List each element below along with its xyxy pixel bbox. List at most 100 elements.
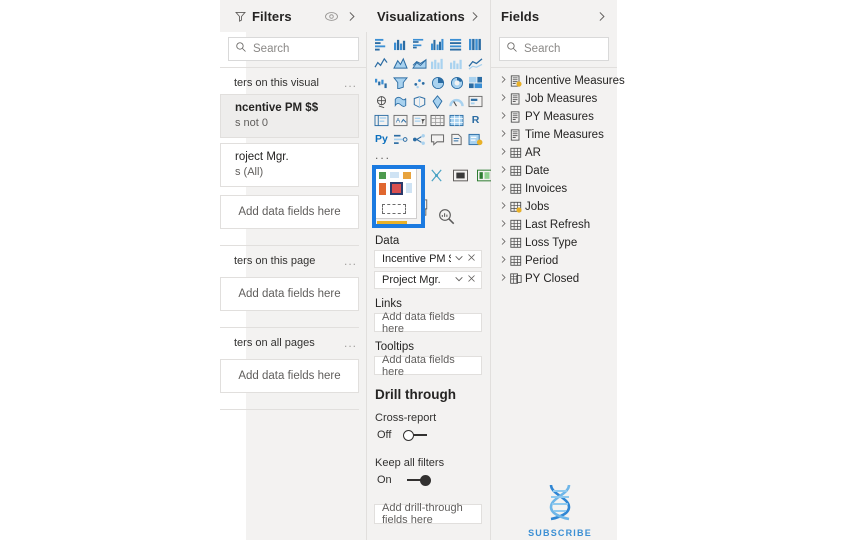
treemap-icon[interactable] bbox=[466, 74, 485, 91]
field-row-jobs[interactable]: Jobs bbox=[491, 198, 617, 216]
chevron-right-icon[interactable] bbox=[499, 93, 510, 105]
field-row-py-closed[interactable]: PY Closed bbox=[491, 270, 617, 288]
fields-pane-icon[interactable] bbox=[375, 167, 417, 219]
filters-all-pages-dropzone[interactable]: Add data fields here bbox=[220, 359, 359, 393]
filters-expand-chevron-icon[interactable] bbox=[341, 6, 361, 26]
chevron-right-icon[interactable] bbox=[499, 273, 510, 285]
chevron-right-icon[interactable] bbox=[499, 255, 510, 267]
matrix-icon[interactable] bbox=[447, 112, 466, 129]
field-row-loss-type[interactable]: Loss Type bbox=[491, 234, 617, 252]
field-row-period[interactable]: Period bbox=[491, 252, 617, 270]
keep-all-filters-toggle[interactable] bbox=[403, 474, 431, 486]
fields-expand-chevron-icon[interactable] bbox=[591, 6, 611, 26]
filters-section-visual-menu[interactable]: ... bbox=[344, 76, 357, 90]
field-row-time-measures[interactable]: Time Measures bbox=[491, 126, 617, 144]
visual-gallery-more-icon[interactable]: ... bbox=[367, 148, 490, 162]
decomposition-tree-icon[interactable] bbox=[410, 131, 429, 148]
data-well-project-mgr[interactable]: Project Mgr. bbox=[374, 271, 482, 289]
chevron-down-icon[interactable] bbox=[454, 253, 464, 266]
table-icon[interactable] bbox=[429, 112, 448, 129]
donut-chart-icon[interactable] bbox=[447, 74, 466, 91]
keep-all-filters-toggle-row[interactable]: On bbox=[367, 471, 490, 488]
100-stacked-column-chart-icon[interactable] bbox=[466, 36, 485, 53]
field-row-py-measures[interactable]: PY Measures bbox=[491, 108, 617, 126]
gauge-icon[interactable] bbox=[447, 93, 466, 110]
stacked-column-chart-icon[interactable] bbox=[391, 36, 410, 53]
chevron-down-icon[interactable] bbox=[454, 274, 464, 287]
filled-map-icon[interactable] bbox=[391, 93, 410, 110]
field-row-label: AR bbox=[525, 147, 541, 159]
expand-mode-icon[interactable] bbox=[453, 169, 468, 187]
clustered-column-chart-icon[interactable] bbox=[429, 36, 448, 53]
cross-report-toggle[interactable] bbox=[403, 429, 431, 441]
drill-mode-icon[interactable] bbox=[429, 168, 444, 188]
line-clustered-column-chart-icon[interactable] bbox=[447, 55, 466, 72]
visualizations-expand-chevron-icon[interactable] bbox=[465, 6, 485, 26]
field-row-date[interactable]: Date bbox=[491, 162, 617, 180]
r-script-visual-icon[interactable]: R bbox=[466, 112, 485, 129]
filters-page-dropzone[interactable]: Add data fields here bbox=[220, 277, 359, 311]
qna-icon[interactable] bbox=[429, 131, 448, 148]
drill-through-dropzone[interactable]: Add drill-through fields here bbox=[374, 502, 482, 526]
map-icon[interactable] bbox=[372, 93, 391, 110]
chevron-right-icon[interactable] bbox=[499, 111, 510, 123]
field-row-job-measures[interactable]: Job Measures bbox=[491, 90, 617, 108]
pie-chart-icon[interactable] bbox=[429, 74, 448, 91]
card-icon[interactable] bbox=[466, 93, 485, 110]
chevron-right-icon[interactable] bbox=[499, 201, 510, 213]
filters-visual-dropzone[interactable]: Add data fields here bbox=[220, 195, 359, 229]
scatter-chart-icon[interactable] bbox=[410, 74, 429, 91]
chevron-right-icon[interactable] bbox=[499, 129, 510, 141]
stacked-area-chart-icon[interactable] bbox=[410, 55, 429, 72]
line-stacked-column-chart-icon[interactable] bbox=[429, 55, 448, 72]
field-row-incentive-measures[interactable]: Incentive Measures bbox=[491, 72, 625, 90]
filters-section-all-menu[interactable]: ... bbox=[344, 336, 357, 350]
paginated-report-icon[interactable] bbox=[466, 131, 485, 148]
filters-section-page-menu[interactable]: ... bbox=[344, 254, 357, 268]
py-script-visual-icon[interactable]: Py bbox=[372, 131, 391, 148]
stacked-bar-chart-icon[interactable] bbox=[372, 36, 391, 53]
slicer-icon[interactable] bbox=[410, 112, 429, 129]
close-icon[interactable] bbox=[467, 253, 476, 265]
chevron-right-icon[interactable] bbox=[499, 183, 510, 195]
field-row-ar[interactable]: AR bbox=[491, 144, 617, 162]
key-influencers-icon[interactable] bbox=[391, 131, 410, 148]
paintbrush-format-icon[interactable] bbox=[419, 199, 430, 222]
smart-narrative-icon[interactable] bbox=[447, 131, 466, 148]
line-chart-icon[interactable] bbox=[372, 55, 391, 72]
chevron-right-icon[interactable] bbox=[499, 237, 510, 249]
cross-report-toggle-row[interactable]: Off bbox=[367, 426, 490, 443]
waterfall-chart-icon[interactable] bbox=[372, 74, 391, 91]
filters-search-input[interactable]: Search bbox=[228, 37, 359, 61]
data-well-incentive[interactable]: Incentive PM $$ bbox=[374, 250, 482, 268]
show-next-level-icon[interactable] bbox=[477, 169, 492, 187]
filter-card-project-mgr[interactable]: roject Mgr. s (All) bbox=[220, 143, 359, 187]
filter-card-incentive[interactable]: ncentive PM $$ s not 0 bbox=[220, 94, 359, 138]
subscribe-watermark-text: SUBSCRIBE bbox=[528, 528, 592, 538]
tooltips-dropzone[interactable]: Add data fields here bbox=[374, 354, 482, 378]
field-row-label: Period bbox=[525, 255, 559, 267]
ribbon-chart-icon[interactable] bbox=[466, 55, 485, 72]
chevron-right-icon[interactable] bbox=[499, 147, 510, 159]
magnifier-analytics-icon[interactable] bbox=[437, 207, 456, 231]
fields-search-input[interactable]: Search bbox=[499, 37, 609, 61]
eye-icon[interactable] bbox=[321, 6, 341, 26]
fields-tree[interactable]: Incentive Measures Job Measures PY Measure… bbox=[491, 68, 625, 288]
funnel-chart-icon[interactable] bbox=[391, 74, 410, 91]
chevron-right-icon[interactable] bbox=[499, 219, 510, 231]
multi-row-card-icon[interactable] bbox=[372, 112, 391, 129]
area-chart-icon[interactable] bbox=[391, 55, 410, 72]
chevron-right-icon[interactable] bbox=[499, 75, 510, 87]
close-icon[interactable] bbox=[467, 274, 476, 286]
100-stacked-bar-chart-icon[interactable] bbox=[447, 36, 466, 53]
arcgis-map-icon[interactable] bbox=[429, 93, 448, 110]
visual-type-gallery[interactable]: A R Py bbox=[367, 32, 490, 148]
shape-map-icon[interactable] bbox=[410, 93, 429, 110]
chevron-right-icon[interactable] bbox=[499, 165, 510, 177]
field-row-invoices[interactable]: Invoices bbox=[491, 180, 617, 198]
kpi-icon[interactable]: A bbox=[391, 112, 410, 129]
links-dropzone[interactable]: Add data fields here bbox=[374, 311, 482, 335]
filters-section-visual-header: ters on this visual ... bbox=[220, 68, 367, 94]
field-row-last-refresh[interactable]: Last Refresh bbox=[491, 216, 617, 234]
clustered-bar-chart-icon[interactable] bbox=[410, 36, 429, 53]
